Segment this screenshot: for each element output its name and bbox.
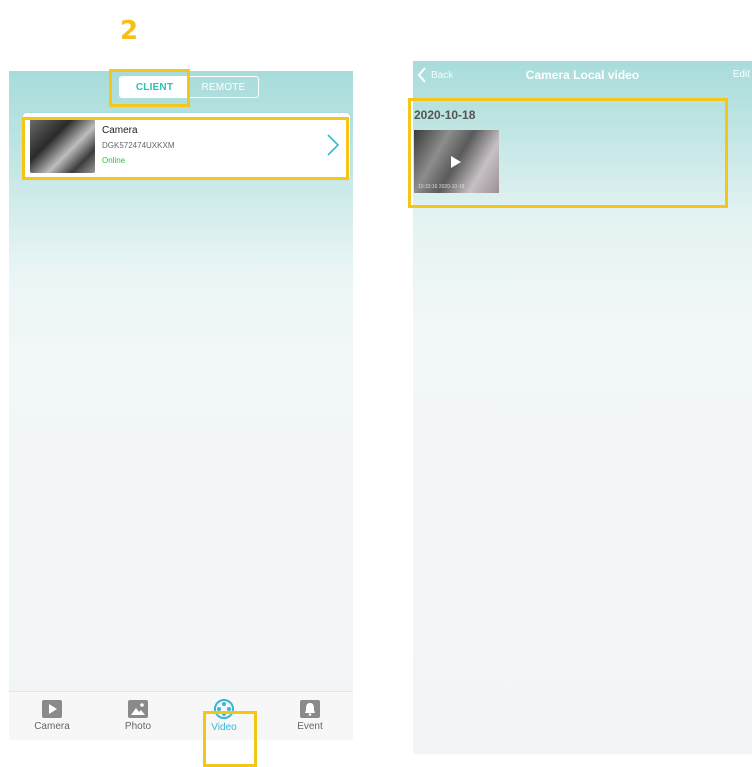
tab-photo[interactable]: Photo (95, 692, 181, 740)
tab-label: Photo (124, 721, 152, 732)
highlight-video-group (408, 98, 728, 208)
image-icon (128, 700, 148, 718)
tab-event[interactable]: Event (267, 692, 353, 740)
bottom-tab-bar: Camera Photo Video Event (9, 691, 353, 740)
play-square-icon (42, 700, 62, 718)
callout-2: 2 (120, 16, 139, 46)
tab-camera[interactable]: Camera (9, 692, 95, 740)
page-title: Camera Local video (525, 68, 640, 82)
remote-tab[interactable]: REMOTE (189, 77, 258, 97)
edit-button[interactable]: Edit (733, 69, 750, 80)
highlight-video-tab (203, 711, 257, 767)
nav-bar: Back Camera Local video Edit (413, 61, 752, 91)
highlight-client-tab (109, 69, 190, 107)
tab-label: Camera (34, 721, 70, 732)
bell-icon (300, 700, 320, 718)
tab-label: Event (297, 721, 323, 732)
highlight-device-card (22, 117, 349, 180)
